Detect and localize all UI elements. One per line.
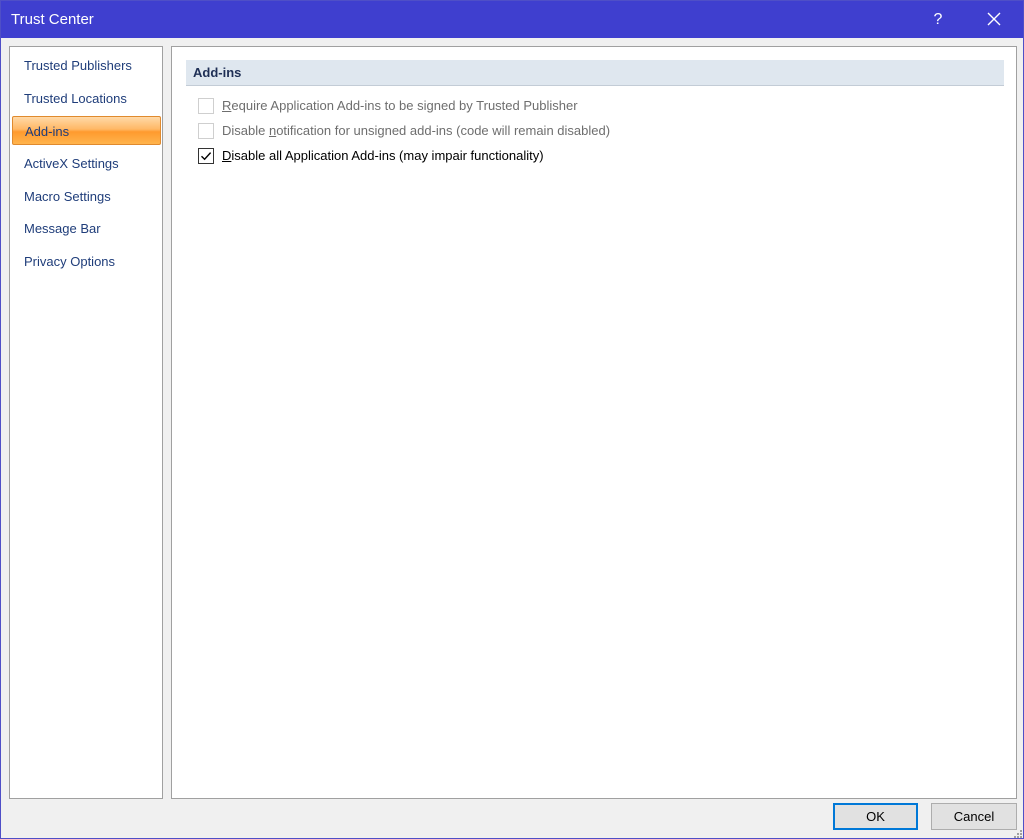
- settings-panel: Add-ins Require Application Add-ins to b…: [171, 46, 1017, 799]
- close-button[interactable]: [971, 1, 1017, 38]
- disable-unsigned-notification-checkbox[interactable]: [198, 123, 214, 139]
- sidebar-item-label: Trusted Locations: [24, 91, 127, 106]
- sidebar-item-privacy-options[interactable]: Privacy Options: [12, 247, 161, 276]
- disable-all-addins-checkbox[interactable]: [198, 148, 214, 164]
- cancel-button[interactable]: Cancel: [931, 803, 1017, 830]
- option-label: Disable notification for unsigned add-in…: [222, 123, 611, 138]
- sidebar-item-add-ins[interactable]: Add-ins: [12, 116, 161, 145]
- close-icon: [987, 12, 1001, 26]
- sidebar-item-trusted-locations[interactable]: Trusted Locations: [12, 84, 161, 113]
- sidebar-item-label: ActiveX Settings: [24, 156, 119, 171]
- ok-button[interactable]: OK: [833, 803, 918, 830]
- trust-center-dialog: Trust Center ? Trusted Publishers Truste…: [0, 0, 1024, 839]
- sidebar-item-label: Privacy Options: [24, 254, 116, 269]
- category-sidebar: Trusted Publishers Trusted Locations Add…: [9, 46, 163, 799]
- option-label: Require Application Add-ins to be signed…: [222, 98, 578, 113]
- dialog-footer: OK Cancel: [1, 801, 1023, 838]
- sidebar-item-macro-settings[interactable]: Macro Settings: [12, 182, 161, 211]
- title-bar: Trust Center ?: [1, 1, 1023, 38]
- sidebar-item-label: Trusted Publishers: [24, 58, 132, 73]
- sidebar-item-activex-settings[interactable]: ActiveX Settings: [12, 149, 161, 178]
- resize-grip-icon[interactable]: [1011, 827, 1023, 839]
- sidebar-item-label: Message Bar: [24, 221, 101, 236]
- sidebar-item-label: Macro Settings: [24, 189, 111, 204]
- require-signed-addins-checkbox[interactable]: [198, 98, 214, 114]
- section-title: Add-ins: [193, 65, 242, 80]
- sidebar-item-label: Add-ins: [25, 124, 70, 139]
- section-header: Add-ins: [186, 60, 1004, 86]
- sidebar-item-trusted-publishers[interactable]: Trusted Publishers: [12, 51, 161, 80]
- window-title: Trust Center: [11, 11, 94, 28]
- option-label: Disable all Application Add-ins (may imp…: [222, 148, 544, 163]
- checkmark-icon: [201, 152, 212, 161]
- help-button[interactable]: ?: [919, 1, 957, 38]
- sidebar-item-message-bar[interactable]: Message Bar: [12, 214, 161, 243]
